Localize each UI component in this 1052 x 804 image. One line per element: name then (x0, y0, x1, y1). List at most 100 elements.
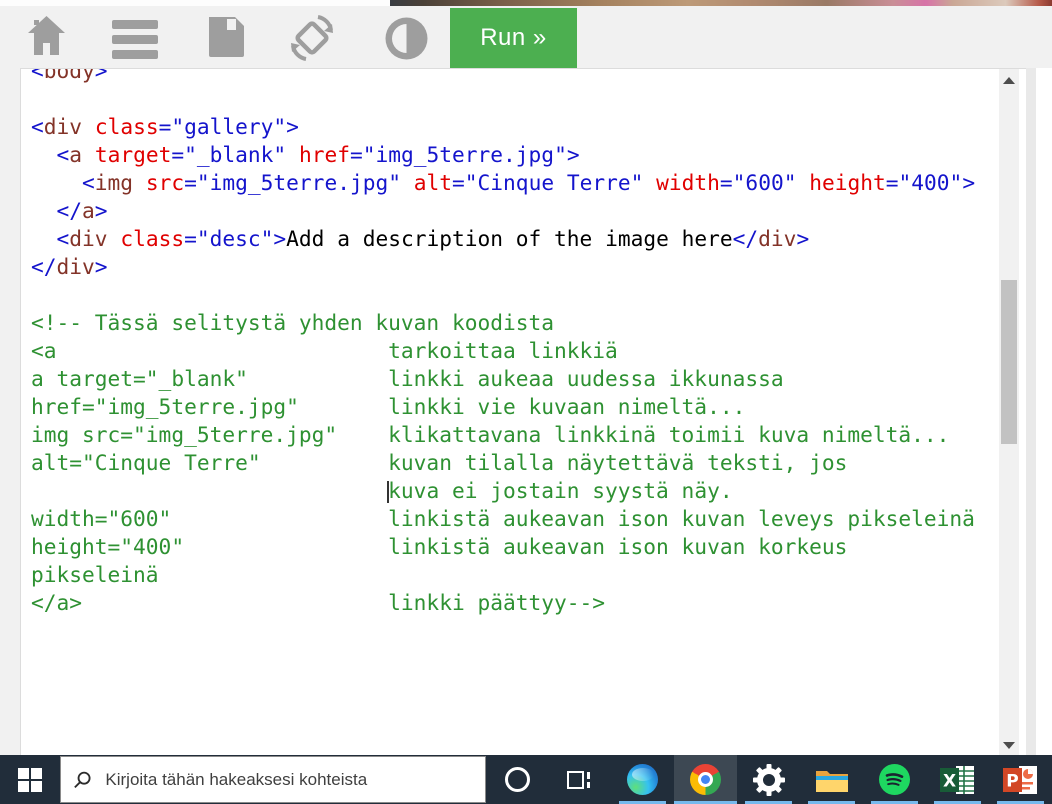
code-token: div (758, 226, 796, 251)
vertical-scrollbar[interactable] (999, 69, 1019, 755)
code-token: div (44, 114, 82, 139)
code-editor-panel: <body> <div class="gallery"> <a target="… (20, 68, 1026, 755)
code-token (108, 226, 121, 251)
excel-button[interactable]: X (926, 755, 989, 804)
run-button[interactable]: Run » (450, 8, 577, 68)
code-token: < (57, 142, 70, 167)
scroll-down-button[interactable] (999, 736, 1019, 754)
code-token: href (299, 142, 350, 167)
code-token (796, 170, 809, 195)
code-line (31, 85, 975, 113)
code-line: pikseleinä (31, 561, 975, 589)
code-token: target (95, 142, 172, 167)
code-line: </a> (31, 197, 975, 225)
code-token: a (69, 142, 82, 167)
contrast-icon (384, 16, 429, 61)
rotate-screen-button[interactable] (284, 10, 340, 71)
contrast-button[interactable] (384, 16, 429, 66)
code-token: width="600" linkistä aukeavan ison kuvan… (31, 506, 975, 531)
result-panel-edge (1036, 68, 1052, 755)
code-token: ="desc" (184, 226, 273, 251)
scroll-up-arrow-icon (1003, 77, 1015, 84)
code-line: img src="img_5terre.jpg" klikattavana li… (31, 421, 975, 449)
search-input[interactable] (103, 769, 472, 791)
code-line (31, 281, 975, 309)
code-token (643, 170, 656, 195)
chrome-icon (690, 764, 721, 795)
code-token: </ (733, 226, 759, 251)
code-token: ="_blank" (171, 142, 286, 167)
code-token: > (95, 254, 108, 279)
code-token: < (31, 68, 44, 83)
home-button[interactable] (26, 14, 67, 62)
menu-button[interactable] (112, 20, 158, 59)
search-icon (73, 770, 91, 790)
code-token (31, 198, 57, 223)
code-token: ="400" (886, 170, 963, 195)
excel-letter: X (943, 771, 956, 791)
cortana-button[interactable] (486, 755, 549, 804)
file-explorer-button[interactable] (800, 755, 863, 804)
code-token: > (567, 142, 580, 167)
code-token: div (57, 254, 95, 279)
code-token (31, 226, 57, 251)
code-token (82, 114, 95, 139)
code-token: a target="_blank" linkki aukeaa uudessa … (31, 366, 784, 391)
code-token (82, 142, 95, 167)
task-view-button[interactable] (548, 755, 611, 804)
settings-button[interactable] (737, 755, 800, 804)
code-token (401, 170, 414, 195)
powerpoint-button[interactable]: P (989, 755, 1052, 804)
code-line: <div class="desc">Add a description of t… (31, 225, 975, 253)
code-line: href="img_5terre.jpg" linkki vie kuvaan … (31, 393, 975, 421)
save-button[interactable] (205, 15, 246, 64)
edge-icon (627, 764, 658, 795)
scroll-up-button[interactable] (999, 71, 1019, 89)
code-token: width (656, 170, 720, 195)
start-button[interactable] (0, 755, 60, 804)
code-token: img (95, 170, 133, 195)
code-token (133, 170, 146, 195)
code-token (31, 142, 57, 167)
excel-icon: X (940, 765, 975, 795)
code-line: <div class="gallery"> (31, 113, 975, 141)
save-icon (205, 15, 246, 59)
code-token (286, 142, 299, 167)
code-token: ="img_5terre.jpg" (350, 142, 567, 167)
file-explorer-icon (815, 766, 849, 794)
code-token: body (44, 68, 95, 83)
home-icon (26, 14, 67, 57)
rotate-screen-icon (284, 10, 340, 66)
powerpoint-letter: P (1006, 771, 1018, 791)
code-token: kuva ei jostain syystä näy. (388, 478, 732, 503)
code-token: > (95, 198, 108, 223)
code-token: height="400" linkistä aukeavan ison kuva… (31, 534, 847, 559)
spotify-icon (879, 764, 910, 795)
code-line: <a target="_blank" href="img_5terre.jpg"… (31, 141, 975, 169)
powerpoint-icon: P (1003, 765, 1038, 795)
code-token: <!-- Tässä selitystä yhden kuvan koodist… (31, 310, 554, 335)
code-token: ="600" (720, 170, 797, 195)
spotify-button[interactable] (863, 755, 926, 804)
code-token: < (31, 114, 44, 139)
code-line: <body> (31, 68, 975, 85)
edge-button[interactable] (611, 755, 674, 804)
scrollbar-thumb[interactable] (1001, 280, 1017, 444)
code-line: a target="_blank" linkki aukeaa uudessa … (31, 365, 975, 393)
code-token: > (273, 226, 286, 251)
taskbar-search[interactable] (60, 756, 486, 803)
code-token: </ (31, 254, 57, 279)
start-icon (18, 768, 42, 792)
code-token: img src="img_5terre.jpg" klikattavana li… (31, 422, 949, 447)
code-token: href="img_5terre.jpg" linkki vie kuvaan … (31, 394, 745, 419)
toolbar: Run » (0, 0, 1052, 68)
code-token: < (82, 170, 95, 195)
chrome-button[interactable] (674, 755, 737, 804)
code-line: </a> linkki päättyy--> (31, 589, 975, 617)
menu-icon (112, 20, 158, 29)
code-editor[interactable]: <body> <div class="gallery"> <a target="… (21, 68, 975, 617)
top-strip (0, 0, 390, 6)
code-token: Add a description of the image here (286, 226, 732, 251)
code-token: pikseleinä (31, 562, 159, 587)
panel-divider[interactable] (1026, 68, 1036, 755)
